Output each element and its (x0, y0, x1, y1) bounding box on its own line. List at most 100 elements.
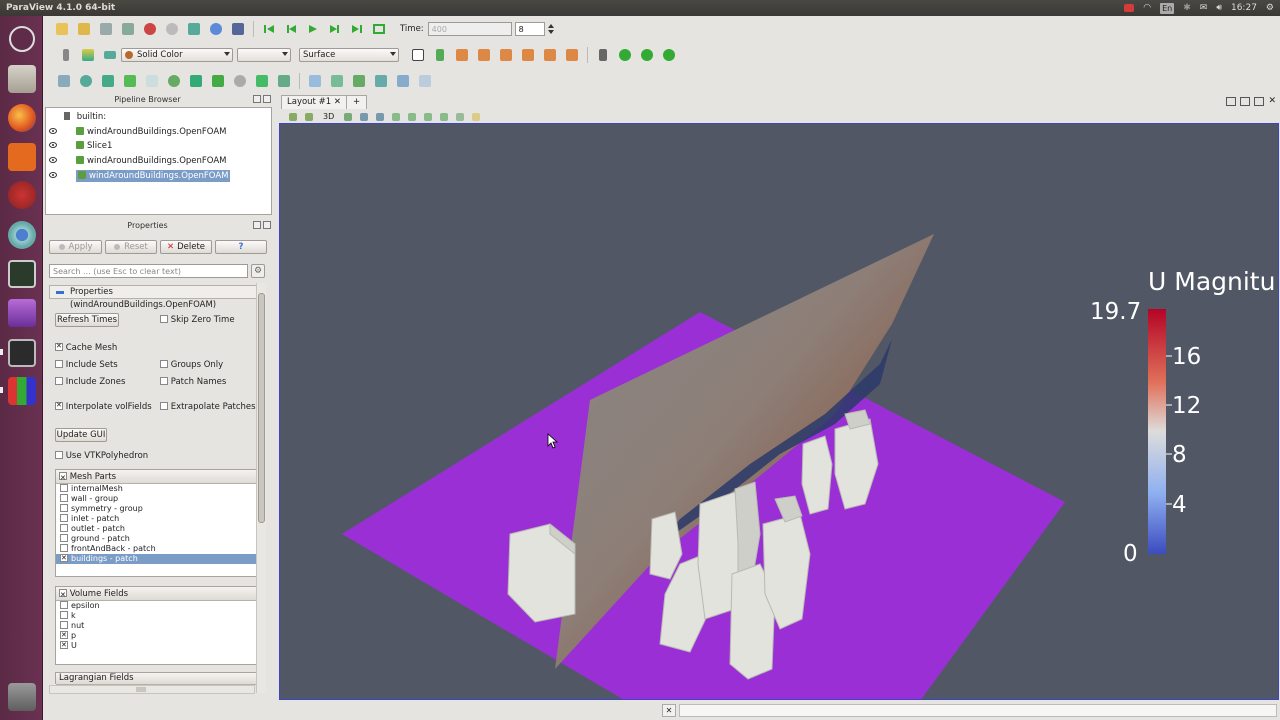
group-datasets-filter-button[interactable] (253, 72, 271, 90)
rotate-minus-90-button[interactable] (638, 46, 656, 64)
tab-layout-1[interactable]: Layout #1 ✕ (281, 95, 347, 109)
loop-button[interactable] (370, 20, 388, 38)
time-step-spinbox[interactable]: 8 (514, 22, 545, 36)
launcher-chromium[interactable] (4, 217, 39, 252)
eye-icon[interactable] (49, 157, 57, 163)
connect-button[interactable] (185, 20, 203, 38)
redo-button[interactable] (163, 20, 181, 38)
mesh-part-checkbox[interactable] (60, 504, 68, 512)
mesh-part-checkbox[interactable] (60, 494, 68, 502)
properties-scroll-thumb[interactable] (258, 293, 265, 523)
launcher-media[interactable] (4, 295, 39, 330)
properties-section-header[interactable]: Properties (windAroundBuildings.OpenFOAM… (49, 285, 257, 310)
help-button[interactable] (207, 20, 225, 38)
rescale-range-button[interactable] (101, 46, 119, 64)
lagrangian-fields-header[interactable]: Lagrangian Fields (56, 673, 256, 685)
threshold-filter-button[interactable] (143, 72, 161, 90)
select-cells-on-button[interactable] (306, 72, 324, 90)
mesh-parts-header[interactable]: Mesh Parts (56, 470, 256, 485)
time-value-field[interactable]: 400 (427, 22, 512, 36)
select-block-button[interactable] (438, 111, 450, 123)
volume-field-item[interactable]: epsilon (56, 601, 256, 611)
warp-vector-filter-button[interactable] (231, 72, 249, 90)
keyboard-layout-badge[interactable]: En (1160, 2, 1175, 14)
calculator-filter-button[interactable] (55, 72, 73, 90)
pipeline-browser-dock-buttons[interactable] (253, 95, 271, 105)
reset-camera-button[interactable] (409, 46, 427, 64)
rotate-cw-button[interactable] (660, 46, 678, 64)
undo-button[interactable] (141, 20, 159, 38)
launcher-settings[interactable] (4, 177, 39, 212)
select-cells-button[interactable] (358, 111, 370, 123)
mesh-part-checkbox[interactable] (60, 524, 68, 532)
volume-field-checkbox[interactable] (60, 601, 68, 609)
launcher-dash[interactable] (4, 21, 39, 56)
last-frame-button[interactable] (348, 20, 366, 38)
cache-mesh-checkbox[interactable]: Cache Mesh (55, 342, 117, 353)
open-file-button[interactable] (53, 20, 71, 38)
mesh-part-checkbox[interactable] (60, 544, 68, 552)
render-view[interactable]: U Magnitu 19.7 16 12 8 4 0 (279, 123, 1279, 700)
close-icon[interactable]: ✕ (662, 704, 676, 717)
update-gui-button[interactable]: Update GUI (55, 428, 107, 442)
volume-fields-header[interactable]: Volume Fields (56, 587, 256, 602)
contour-filter-button[interactable] (77, 72, 95, 90)
split-horizontal-icon[interactable] (1226, 97, 1237, 106)
select-polygon-button[interactable] (422, 111, 434, 123)
select-points-button[interactable] (374, 111, 386, 123)
launcher-files[interactable] (4, 61, 39, 96)
mesh-part-item[interactable]: ground - patch (56, 534, 256, 544)
advanced-gear-button[interactable]: ⚙ (251, 264, 265, 278)
bluetooth-icon[interactable]: ✱ (1183, 0, 1191, 16)
volume-field-item[interactable]: U (56, 640, 256, 651)
set-view-minus-z-button[interactable] (563, 46, 581, 64)
save-state-button[interactable] (119, 20, 137, 38)
mail-icon[interactable]: ✉ (1200, 0, 1208, 16)
extract-subset-filter-button[interactable] (165, 72, 183, 90)
use-vtkpolyhedron-checkbox[interactable]: Use VTKPolyhedron (55, 451, 148, 461)
stream-tracer-filter-button[interactable] (209, 72, 227, 90)
representation-select[interactable]: Surface (299, 48, 399, 62)
toggle-color-legend-button[interactable] (57, 46, 75, 64)
launcher-paraview[interactable] (4, 373, 39, 408)
zoom-to-data-button[interactable] (431, 46, 449, 64)
include-zones-checkbox[interactable]: Include Zones (55, 377, 125, 387)
properties-dock-buttons[interactable] (253, 221, 271, 231)
capture-screenshot-button[interactable] (342, 111, 354, 123)
gear-icon[interactable]: ⚙ (1266, 0, 1274, 16)
properties-scrollbar[interactable] (256, 283, 266, 693)
launcher-system-monitor[interactable] (4, 256, 39, 291)
rotate-90-button[interactable] (616, 46, 634, 64)
close-icon[interactable]: ✕ (1268, 97, 1276, 106)
delete-button[interactable]: ✕ Delete (160, 240, 212, 254)
open-recent-button[interactable] (75, 20, 93, 38)
clock[interactable]: 16:27 (1231, 0, 1257, 16)
mesh-part-checkbox[interactable] (60, 534, 68, 542)
previous-frame-button[interactable] (282, 20, 300, 38)
interpolate-volfields-checkbox[interactable]: Interpolate volFields (55, 401, 152, 412)
toggle-3d-button[interactable]: 3D (323, 112, 334, 121)
volume-icon[interactable]: 🔊︎ (1216, 0, 1222, 16)
patch-names-checkbox[interactable]: Patch Names (160, 377, 226, 387)
clip-filter-button[interactable] (99, 72, 117, 90)
select-frustum-points-button[interactable] (406, 111, 418, 123)
glyph-filter-button[interactable] (187, 72, 205, 90)
mesh-part-item[interactable]: frontAndBack - patch (56, 544, 256, 554)
component-select[interactable] (237, 48, 291, 62)
volume-field-item[interactable]: nut (56, 621, 256, 631)
volume-field-checkbox[interactable] (60, 621, 68, 629)
properties-search-input[interactable]: Search ... (use Esc to clear text) (49, 264, 248, 278)
select-cells-through-button[interactable] (350, 72, 368, 90)
save-data-button[interactable] (97, 20, 115, 38)
find-data-button[interactable] (229, 20, 247, 38)
select-frustum-cells-button[interactable] (390, 111, 402, 123)
launcher-trash[interactable] (4, 679, 39, 714)
set-view-plus-z-button[interactable] (541, 46, 559, 64)
apply-button[interactable]: Apply (49, 240, 102, 254)
launcher-software-center[interactable] (4, 139, 39, 174)
properties-horizontal-scrollbar[interactable] (49, 685, 255, 694)
extract-level-filter-button[interactable] (275, 72, 293, 90)
mesh-part-item[interactable]: internalMesh (56, 484, 256, 494)
set-view-minus-y-button[interactable] (519, 46, 537, 64)
first-frame-button[interactable] (260, 20, 278, 38)
